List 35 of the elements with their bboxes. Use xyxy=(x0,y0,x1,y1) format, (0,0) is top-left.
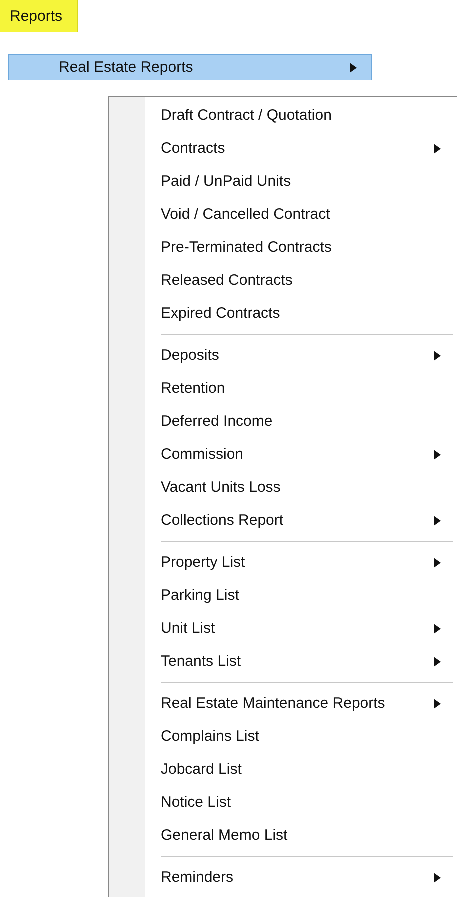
menu-item[interactable]: Tenants List xyxy=(109,645,455,678)
menu-item[interactable]: Expired Contracts xyxy=(109,297,455,330)
menu-item[interactable]: Complains List xyxy=(109,720,455,753)
menu-item[interactable]: Released Contracts xyxy=(109,264,455,297)
menu-item[interactable]: Pre-Terminated Contracts xyxy=(109,231,455,264)
submenu-arrow-icon xyxy=(434,558,441,568)
menu-item[interactable]: Void / Cancelled Contract xyxy=(109,198,455,231)
menu-item[interactable]: General Memo List xyxy=(109,819,455,852)
menu-item[interactable]: Property List xyxy=(109,546,455,579)
menu-item[interactable]: Retention xyxy=(109,372,455,405)
submenu-arrow-icon xyxy=(350,62,357,72)
menu-item[interactable]: Contracts xyxy=(109,132,455,165)
submenu-arrow-icon xyxy=(434,516,441,526)
submenu-arrow-icon xyxy=(434,656,441,666)
menu-item[interactable]: Draft Contract / Quotation xyxy=(109,99,455,132)
menu-item[interactable]: Deferred Income xyxy=(109,405,455,438)
menu-item[interactable]: Vacant Units Loss xyxy=(109,471,455,504)
menu-item[interactable]: Collections Report xyxy=(109,504,455,537)
menu-item[interactable]: Real Estate Maintenance Reports xyxy=(109,687,455,720)
menu-item[interactable]: Reminders xyxy=(109,861,455,894)
submenu-arrow-icon xyxy=(434,872,441,882)
submenu-arrow-icon xyxy=(434,450,441,460)
menu-item[interactable]: Deposits xyxy=(109,339,455,372)
reports-menu[interactable]: Reports xyxy=(0,0,78,32)
menu-item[interactable]: Paid / UnPaid Units xyxy=(109,165,455,198)
menu-item[interactable]: Jobcard List xyxy=(109,753,455,786)
submenu-arrow-icon xyxy=(434,698,441,708)
menu-item[interactable]: Notice List xyxy=(109,786,455,819)
menu-item[interactable]: Commission xyxy=(109,438,455,471)
submenu-arrow-icon xyxy=(434,624,441,634)
menu-item[interactable]: Real Estate Reports xyxy=(8,54,372,80)
menu-item[interactable]: Parking List xyxy=(109,579,455,612)
submenu-arrow-icon xyxy=(434,350,441,360)
submenu-arrow-icon xyxy=(434,144,441,154)
menu-item[interactable]: Unit List xyxy=(109,612,455,645)
